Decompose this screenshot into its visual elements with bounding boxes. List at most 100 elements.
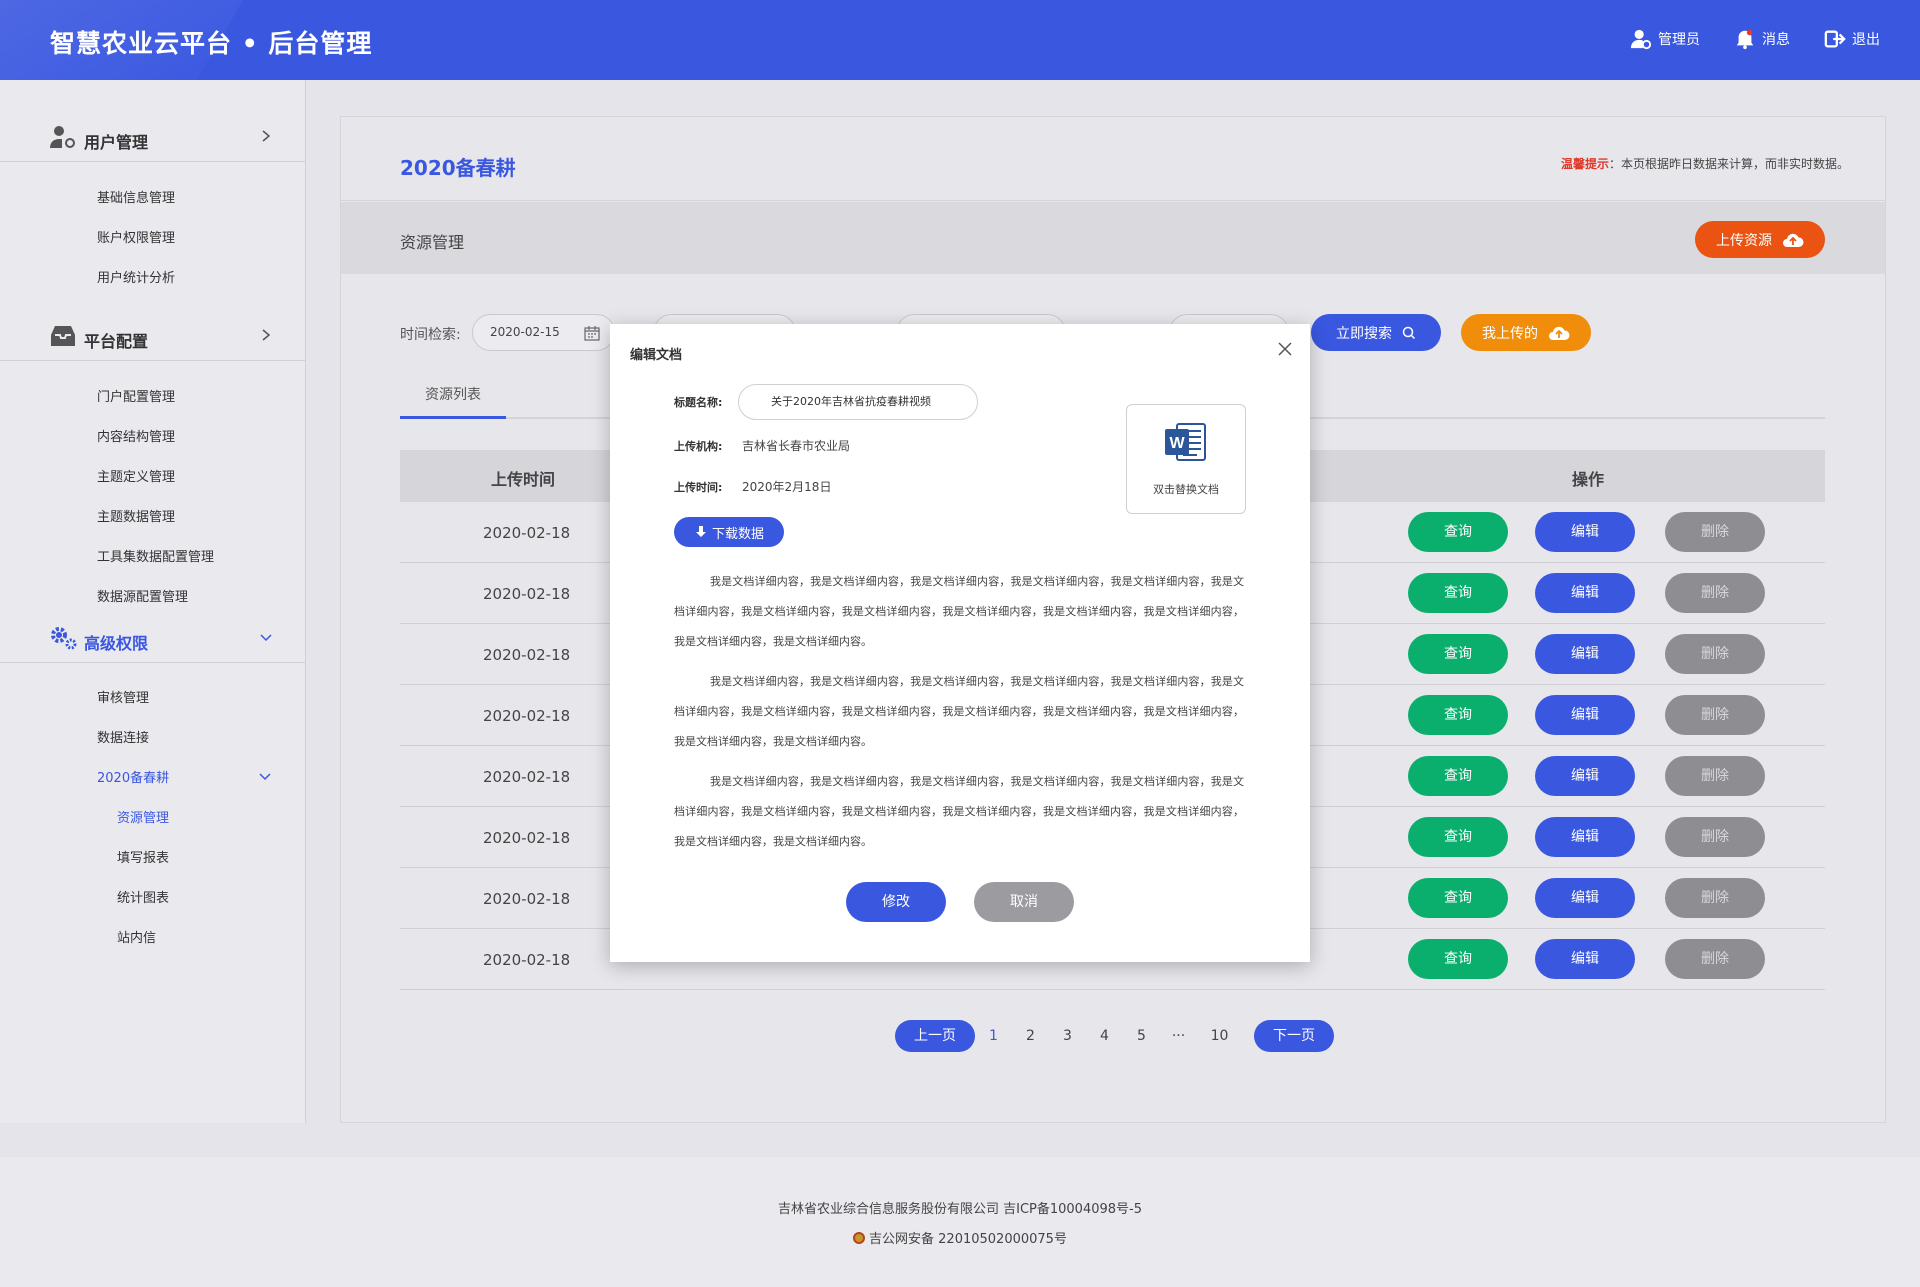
page-number[interactable]: 5 <box>1123 1028 1160 1044</box>
sidebar-item-statistics-chart[interactable]: 统计图表 <box>117 887 169 906</box>
query-button[interactable]: 查询 <box>1408 817 1508 857</box>
sidebar-item-user-statistics[interactable]: 用户统计分析 <box>97 267 175 286</box>
top-actions: 管理员 消息 退出 <box>1630 28 1880 50</box>
edit-button[interactable]: 编辑 <box>1535 817 1635 857</box>
query-button[interactable]: 查询 <box>1408 695 1508 735</box>
edit-button[interactable]: 编辑 <box>1535 756 1635 796</box>
page-ellipsis: ··· <box>1171 1028 1186 1044</box>
delete-button[interactable]: 删除 <box>1665 878 1765 918</box>
logout-button[interactable]: 退出 <box>1824 28 1880 50</box>
download-icon <box>695 526 706 537</box>
sidebar-item-data-connection[interactable]: 数据连接 <box>97 727 149 746</box>
dialog-title: 编辑文档 <box>630 348 683 363</box>
sidebar-item-basic-info[interactable]: 基础信息管理 <box>97 187 175 206</box>
tip-label: 温馨提示 <box>1560 157 1609 171</box>
upload-label: 上传资源 <box>1716 232 1772 249</box>
title-field-label: 标题名称: <box>674 396 723 409</box>
sidebar-item-datasource-config[interactable]: 数据源配置管理 <box>97 586 188 605</box>
user-settings-icon <box>50 126 75 148</box>
tab-resource-list[interactable]: 资源列表 <box>400 377 506 419</box>
footer-company: 吉林省农业综合信息服务股份有限公司 吉ICP备10004098号-5 <box>777 1202 1142 1217</box>
query-button[interactable]: 查询 <box>1408 939 1508 979</box>
edit-button[interactable]: 编辑 <box>1535 512 1635 552</box>
svg-text:W: W <box>1169 435 1185 452</box>
download-label: 下载数据 <box>711 526 764 542</box>
page-number[interactable]: 3 <box>1049 1028 1086 1044</box>
delete-button[interactable]: 删除 <box>1665 756 1765 796</box>
sidebar-section-platform-config[interactable]: 平台配置 <box>0 313 305 361</box>
sidebar-section-label: 平台配置 <box>84 332 149 351</box>
page-title: 2020备春耕 <box>400 156 516 180</box>
sidebar-section-user-management[interactable]: 用户管理 <box>0 114 305 162</box>
document-paragraph: 我是文档详细内容，我是文档详细内容，我是文档详细内容，我是文档详细内容，我是文档… <box>674 675 1244 748</box>
replace-document-box[interactable]: W 双击替换文档 <box>1126 404 1246 514</box>
sidebar-item-theme-data[interactable]: 主题数据管理 <box>97 506 175 525</box>
page-number[interactable]: 10 <box>1197 1028 1242 1044</box>
sidebar-item-content-structure[interactable]: 内容结构管理 <box>97 426 175 445</box>
delete-button[interactable]: 删除 <box>1665 573 1765 613</box>
cell-time: 2020-02-18 <box>483 707 571 725</box>
cell-time: 2020-02-18 <box>483 646 571 664</box>
query-button[interactable]: 查询 <box>1408 512 1508 552</box>
download-data-button[interactable]: 下载数据 <box>674 517 784 547</box>
admin-menu[interactable]: 管理员 <box>1630 28 1700 50</box>
delete-button[interactable]: 删除 <box>1665 634 1765 674</box>
time-field-label: 上传时间: <box>674 481 723 494</box>
replace-document-label: 双击替换文档 <box>1153 483 1219 496</box>
inbox-icon <box>51 326 75 346</box>
document-paragraph: 我是文档详细内容，我是文档详细内容，我是文档详细内容，我是文档详细内容，我是文档… <box>674 775 1244 848</box>
cell-time: 2020-02-18 <box>483 585 571 603</box>
page-number[interactable]: 1 <box>975 1028 1012 1044</box>
sidebar-item-spring-plowing[interactable]: 2020备春耕 <box>97 767 169 786</box>
sidebar-section-label: 用户管理 <box>84 133 149 152</box>
query-button[interactable]: 查询 <box>1408 878 1508 918</box>
query-button[interactable]: 查询 <box>1408 756 1508 796</box>
sidebar-item-toolset-config[interactable]: 工具集数据配置管理 <box>97 546 214 565</box>
sidebar-item-review[interactable]: 审核管理 <box>97 687 149 706</box>
sidebar-item-theme-definition[interactable]: 主题定义管理 <box>97 466 175 485</box>
sidebar-item-account-permissions[interactable]: 账户权限管理 <box>97 227 175 246</box>
sidebar-section-advanced-permissions[interactable]: 高级权限 <box>0 615 305 663</box>
modify-button[interactable]: 修改 <box>846 882 946 922</box>
messages-menu[interactable]: 消息 <box>1734 28 1790 50</box>
edit-button[interactable]: 编辑 <box>1535 695 1635 735</box>
query-button[interactable]: 查询 <box>1408 634 1508 674</box>
sidebar-item-resource-management[interactable]: 资源管理 <box>117 807 169 826</box>
messages-label: 消息 <box>1762 32 1790 48</box>
upload-resource-button[interactable]: 上传资源 <box>1695 221 1825 258</box>
delete-button[interactable]: 删除 <box>1665 817 1765 857</box>
edit-button[interactable]: 编辑 <box>1535 939 1635 979</box>
query-button[interactable]: 查询 <box>1408 573 1508 613</box>
edit-button[interactable]: 编辑 <box>1535 634 1635 674</box>
date-input[interactable]: 2020-02-15 <box>472 314 615 351</box>
tip-content: 本页根据昨日数据来计算，而非实时数据。 <box>1620 157 1849 171</box>
sidebar-item-fill-report[interactable]: 填写报表 <box>117 847 169 866</box>
edit-button[interactable]: 编辑 <box>1535 573 1635 613</box>
prev-page-button[interactable]: 上一页 <box>895 1020 975 1052</box>
pagination: 上一页 1 2 3 4 5 ··· 10 下一页 <box>895 1020 1334 1052</box>
delete-button[interactable]: 删除 <box>1665 939 1765 979</box>
edit-button[interactable]: 编辑 <box>1535 878 1635 918</box>
app-title: 智慧农业云平台 • 后台管理 <box>50 29 373 58</box>
page-number[interactable]: 4 <box>1086 1028 1123 1044</box>
page-number[interactable]: 2 <box>1012 1028 1049 1044</box>
title-input[interactable]: 关于2020年吉林省抗疫春耕视频 <box>738 384 978 420</box>
cloud-upload-icon <box>1549 326 1570 340</box>
next-page-button[interactable]: 下一页 <box>1254 1020 1334 1052</box>
my-uploads-button[interactable]: 我上传的 <box>1461 314 1591 351</box>
cancel-button[interactable]: 取消 <box>974 882 1074 922</box>
sidebar-item-internal-mail[interactable]: 站内信 <box>117 927 156 946</box>
delete-button[interactable]: 删除 <box>1665 512 1765 552</box>
tip-colon: ： <box>1608 157 1621 171</box>
delete-button[interactable]: 删除 <box>1665 695 1765 735</box>
search-button[interactable]: 立即搜索 <box>1311 314 1441 351</box>
chevron-down-icon <box>259 773 271 781</box>
close-icon[interactable] <box>1276 340 1294 358</box>
cell-time: 2020-02-18 <box>483 829 571 847</box>
footer: 吉林省农业综合信息服务股份有限公司 吉ICP备10004098号-5 吉公网安备… <box>0 1157 1920 1287</box>
calendar-icon <box>584 326 600 341</box>
sidebar-item-portal-config[interactable]: 门户配置管理 <box>97 386 175 405</box>
sidebar-section-label: 高级权限 <box>84 634 149 653</box>
chevron-right-icon <box>262 329 271 341</box>
my-uploads-label: 我上传的 <box>1482 325 1538 342</box>
